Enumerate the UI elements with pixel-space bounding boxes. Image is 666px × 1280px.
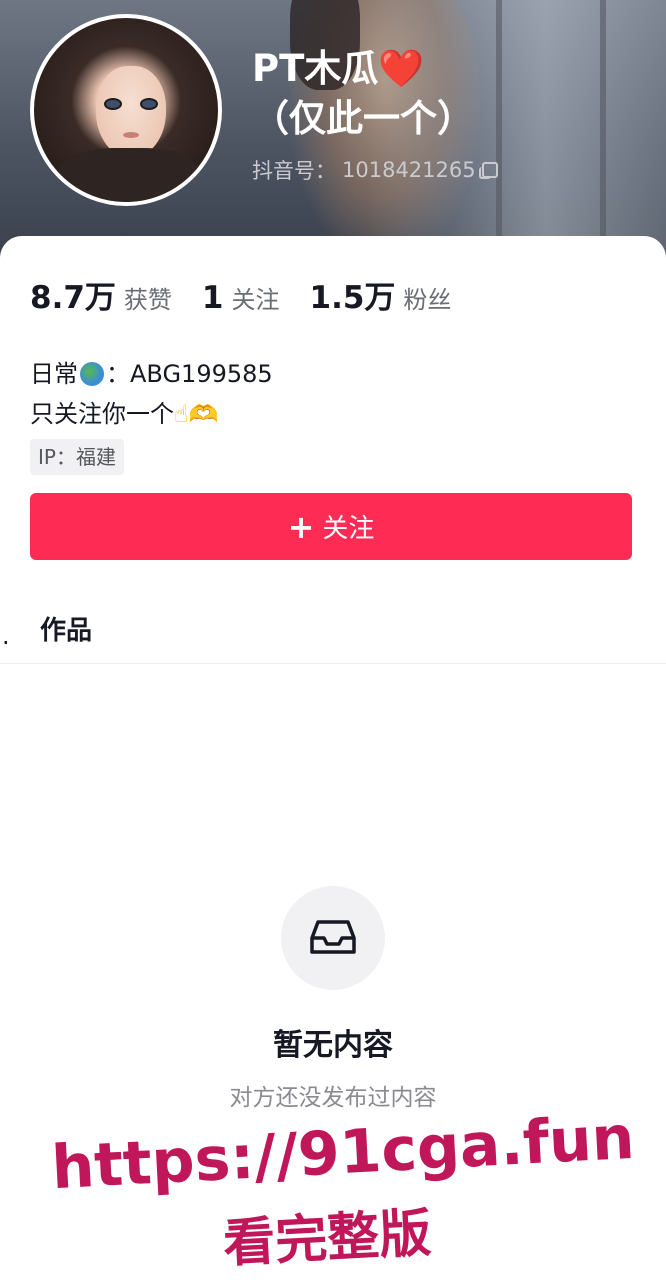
stat-likes-label: 获赞 — [123, 286, 172, 314]
avatar-eye-right — [140, 98, 158, 110]
follow-button[interactable]: + 关注 — [30, 493, 632, 560]
stat-following-value: 1 — [201, 280, 224, 316]
stat-following[interactable]: 1 关注 — [202, 280, 280, 316]
avatar-mouth — [123, 132, 139, 138]
nickname-suffix: （仅此一个） — [252, 97, 474, 140]
plus-icon: + — [287, 507, 315, 546]
profile-bio: 日常 ：ABG199585 只关注你一个☝🫶 — [30, 354, 273, 434]
bio-line-2-text: 只关注你一个 — [30, 400, 174, 428]
ip-location-tag: IP：福建 — [30, 439, 124, 475]
heart-icon: ❤️ — [378, 47, 425, 90]
inbox-icon — [310, 920, 356, 954]
follow-button-label: 关注 — [322, 514, 375, 544]
empty-state-icon-circle — [281, 886, 385, 990]
empty-state-title: 暂无内容 — [273, 1028, 393, 1063]
avatar[interactable] — [30, 14, 222, 206]
avatar-body — [54, 148, 204, 202]
stat-followers-value: 1.5万 — [309, 280, 396, 316]
stat-following-label: 关注 — [231, 286, 280, 314]
douyin-id-label: 抖音号： — [252, 159, 336, 183]
profile-stats: 8.7万 获赞 1 关注 1.5万 粉丝 — [30, 272, 481, 317]
stat-likes[interactable]: 8.7万 获赞 — [30, 272, 172, 317]
stat-likes-value: 8.7万 — [30, 280, 116, 316]
nickname-text: PT木瓜 — [252, 47, 379, 90]
profile-nickname: PT木瓜❤️ （仅此一个） — [252, 44, 632, 144]
tab-leading-mark: . — [2, 622, 10, 650]
bio-line-2: 只关注你一个☝🫶 — [30, 394, 273, 434]
avatar-eye-left — [104, 98, 122, 110]
copy-icon[interactable] — [478, 162, 498, 179]
bio-line-1-suffix: ：ABG199585 — [106, 360, 273, 388]
bio-line-1: 日常 ：ABG199585 — [30, 354, 273, 394]
content-tabs: . 作品 — [0, 608, 666, 664]
douyin-id-value: 1018421265 — [342, 158, 476, 182]
hand-emoji-icon: ☝🫶 — [174, 400, 219, 428]
stat-followers[interactable]: 1.5万 粉丝 — [310, 272, 452, 317]
douyin-id[interactable]: 抖音号： 1018421265 — [252, 155, 498, 185]
avatar-face — [96, 66, 166, 158]
globe-icon — [80, 362, 104, 386]
stat-followers-label: 粉丝 — [403, 286, 452, 314]
tab-works[interactable]: 作品 — [40, 610, 92, 647]
bio-line-1-prefix: 日常 — [30, 360, 78, 388]
